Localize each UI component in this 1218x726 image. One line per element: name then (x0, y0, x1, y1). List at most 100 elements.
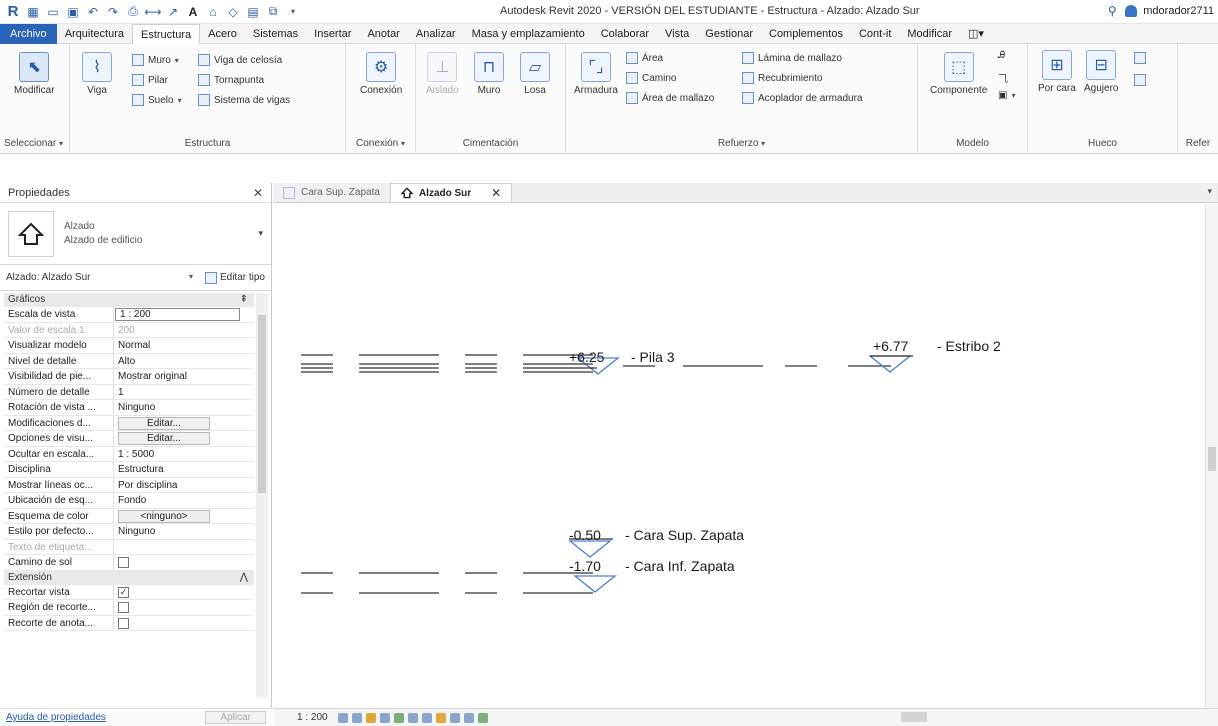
section-header[interactable]: Gráficos ⇞ (4, 293, 254, 307)
tabs-dropdown-icon[interactable]: ▾ (1207, 186, 1212, 197)
isolated-foundation-button[interactable]: ⊥ Aislado (426, 52, 459, 96)
ribbon-tab-arquitectura[interactable]: Arquitectura (57, 24, 132, 44)
property-edit-button[interactable]: <ninguno> (118, 509, 210, 523)
reveal-constraints-icon[interactable] (477, 712, 488, 723)
ribbon-tab-archivo[interactable]: Archivo (0, 23, 57, 44)
view-scale[interactable]: 1 : 200 (297, 712, 328, 723)
instance-filter-select[interactable]: Alzado: Alzado Sur ▾ (6, 272, 199, 283)
property-row[interactable]: Región de recorte... (4, 600, 254, 616)
property-edit-button[interactable]: Editar... (118, 432, 210, 445)
properties-scrollbar[interactable] (256, 293, 268, 698)
property-value[interactable]: Estructura (114, 462, 254, 477)
property-value[interactable]: 200 (114, 323, 254, 338)
property-value[interactable]: Mostrar original (114, 369, 254, 384)
close-icon[interactable]: ✕ (253, 186, 263, 200)
edit-type-button[interactable]: Editar tipo (204, 271, 265, 284)
detail-level-icon[interactable] (337, 712, 348, 723)
type-dropdown-icon[interactable]: ▾ (258, 228, 263, 239)
canvas-horizontal-scrollbar[interactable] (901, 712, 927, 722)
analytical-model-icon[interactable] (449, 712, 460, 723)
property-edit-button[interactable]: Editar... (118, 416, 210, 430)
shadows-icon[interactable] (379, 712, 390, 723)
property-value[interactable]: Por disciplina (114, 478, 254, 493)
path-rebar-button[interactable]: Camino (626, 72, 676, 84)
drawing-canvas[interactable]: +6.25 - Pila 3 +6.77 - Estribo 2 -0.50 - Cara… (273, 204, 1205, 708)
ribbon-tab-insertar[interactable]: Insertar (306, 24, 359, 44)
property-value[interactable]: Ninguno (114, 400, 254, 415)
crop-view-icon[interactable] (393, 712, 404, 723)
floor-button[interactable]: Suelo ▾ (132, 94, 182, 106)
ribbon-tab-analizar[interactable]: Analizar (408, 24, 464, 44)
properties-help-link[interactable]: Ayuda de propiedades (6, 712, 106, 723)
property-checkbox[interactable] (118, 617, 129, 629)
property-checkbox[interactable] (118, 557, 129, 568)
close-hidden-icon[interactable]: ▤ (246, 5, 260, 19)
cover-button[interactable]: Recubrimiento (742, 72, 822, 84)
property-row[interactable]: Nivel de detalle Alto (4, 353, 254, 369)
ribbon-tab-acero[interactable]: Acero (200, 24, 245, 44)
property-value[interactable]: Alto (114, 354, 254, 369)
property-value[interactable]: 1 : 5000 (114, 447, 254, 462)
rebar-button[interactable]: ⌜⌟ Armadura (574, 52, 618, 96)
sun-path-icon[interactable] (365, 712, 376, 723)
property-value[interactable] (114, 600, 254, 615)
component-button[interactable]: ⬚ Componente (930, 52, 987, 96)
property-row[interactable]: Esquema de color <ninguno> (4, 508, 254, 524)
property-value[interactable]: 1 : 200 (115, 308, 240, 321)
ribbon-tab-complementos[interactable]: Complementos (761, 24, 851, 44)
print-icon[interactable]: ⎙ (126, 4, 140, 19)
text-icon[interactable]: A (186, 5, 200, 19)
3d-view-icon[interactable]: ⌂ (206, 5, 220, 19)
coupler-button[interactable]: Acoplador de armadura (742, 92, 863, 104)
property-row[interactable]: Recorte de anota... (4, 615, 254, 631)
property-row[interactable]: Recortar vista ✓ (4, 584, 254, 600)
save-icon[interactable]: ▣ (66, 5, 80, 19)
column-button[interactable]: Pilar (132, 74, 168, 86)
property-row[interactable]: Opciones de visu... Editar... (4, 431, 254, 447)
tab-cara-sup-zapata[interactable]: Cara Sup. Zapata (273, 183, 390, 202)
ribbon-tab-sistemas[interactable]: Sistemas (245, 24, 306, 44)
model-text-button[interactable]: Ꭿ (998, 50, 1005, 61)
wall-foundation-button[interactable]: ⊓ Muro (474, 52, 504, 96)
level-head-cara-inf-zapata[interactable] (573, 575, 617, 593)
property-row[interactable]: Camino de sol (4, 555, 254, 571)
beam-button[interactable]: ⌇ Viga (82, 52, 112, 96)
connection-button[interactable]: ⚙ Conexión (360, 52, 402, 96)
reveal-hidden-icon[interactable] (435, 712, 446, 723)
home-icon[interactable]: ▦ (26, 5, 40, 19)
brace-button[interactable]: Tornapunta (198, 74, 264, 86)
property-value[interactable] (114, 616, 254, 631)
group-reinforcement-label[interactable]: Refuerzo ▾ (566, 138, 917, 149)
level-head-estribo-2[interactable] (868, 355, 912, 373)
search-icon[interactable]: ⚲ (1105, 4, 1119, 18)
property-row[interactable]: Rotación de vista ... Ninguno (4, 400, 254, 416)
property-row[interactable]: Mostrar líneas oc... Por disciplina (4, 477, 254, 493)
property-value[interactable]: <ninguno> (114, 509, 254, 524)
model-group-button[interactable]: ▣ ▾ (998, 90, 1015, 101)
property-value[interactable]: Editar... (114, 431, 254, 446)
property-row[interactable]: Escala de vista 1 : 200 (4, 307, 254, 323)
tab-alzado-sur[interactable]: Alzado Sur ✕ (389, 183, 513, 202)
area-rebar-button[interactable]: Área (626, 52, 663, 64)
ribbon-tab-cont-it[interactable]: Cont-it (851, 24, 899, 44)
property-row[interactable]: Texto de etiqueta... (4, 539, 254, 555)
ribbon-extra-icon[interactable]: ◫▾ (960, 24, 992, 44)
group-select-label[interactable]: Seleccionar ▾ (0, 138, 69, 149)
property-value[interactable] (114, 540, 254, 555)
ribbon-tab-masa-y-emplazamiento[interactable]: Masa y emplazamiento (464, 24, 593, 44)
section-header[interactable]: Extensión ⋀ (4, 570, 254, 585)
ribbon-tab-colaborar[interactable]: Colaborar (593, 24, 657, 44)
property-value[interactable]: Fondo (114, 493, 254, 508)
property-row[interactable]: Visibilidad de pie... Mostrar original (4, 369, 254, 385)
fabric-sheet-button[interactable]: Lámina de mallazo (742, 52, 842, 64)
property-checkbox[interactable]: ✓ (118, 586, 129, 598)
property-row[interactable]: Ubicación de esq... Fondo (4, 493, 254, 509)
slab-foundation-button[interactable]: ▱ Losa (520, 52, 550, 96)
model-line-button[interactable]: ⺄ (998, 70, 1008, 85)
ribbon-tab-anotar[interactable]: Anotar (359, 24, 407, 44)
redo-icon[interactable]: ↷ (106, 5, 120, 19)
wall-button[interactable]: Muro ▾ (132, 54, 179, 66)
property-value[interactable]: ✓ (114, 585, 254, 600)
property-value[interactable]: Normal (114, 338, 254, 353)
ribbon-tab-modificar[interactable]: Modificar (899, 24, 960, 44)
